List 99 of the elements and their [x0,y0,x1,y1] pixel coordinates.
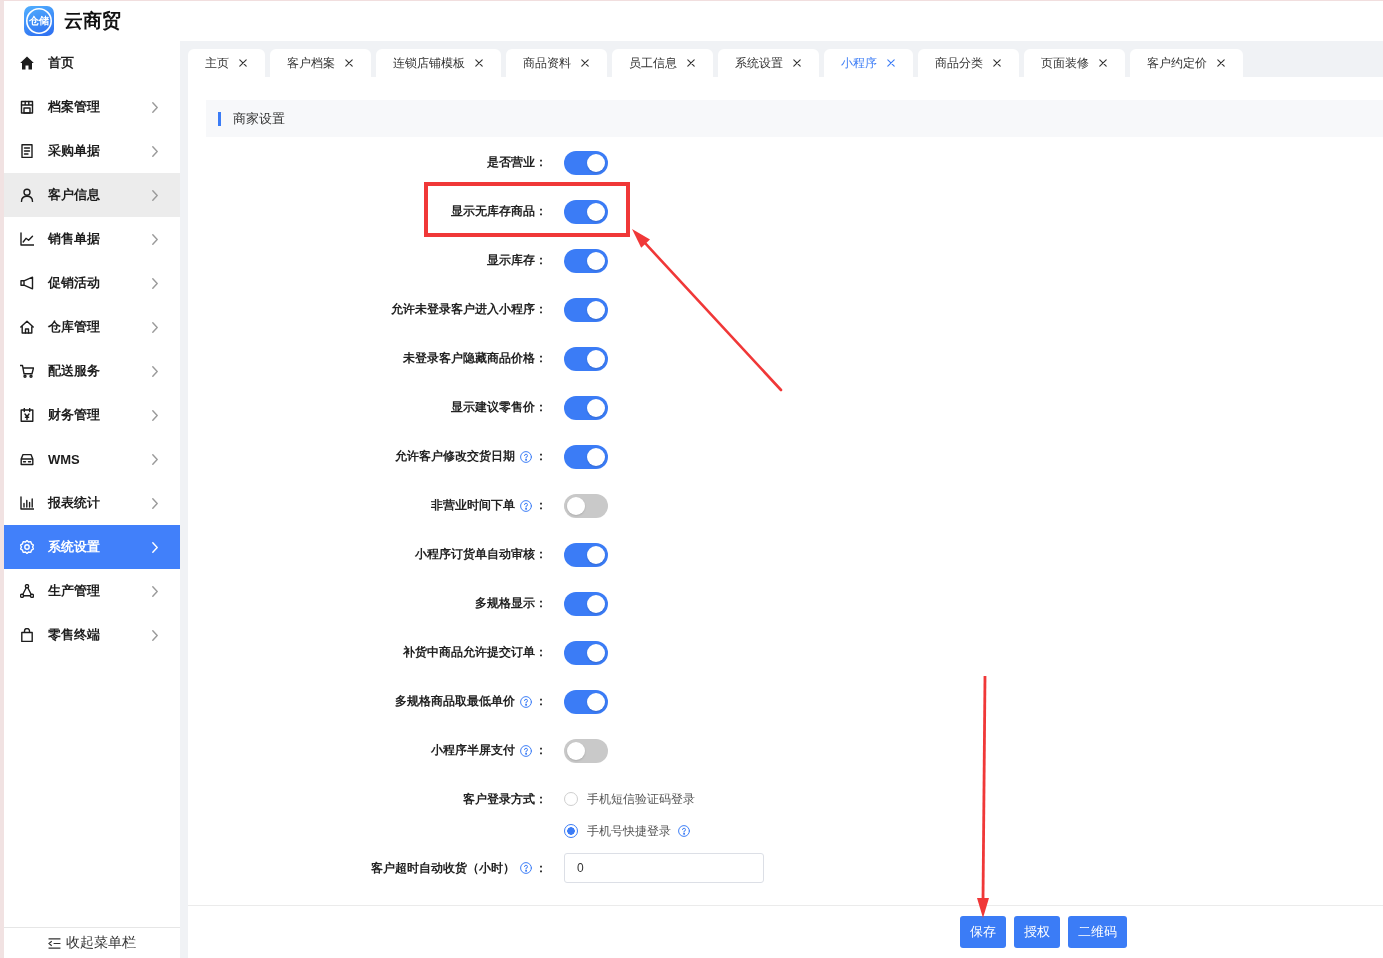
label-colon: ： [535,448,547,465]
sidebar-item[interactable]: 财务管理 [4,393,180,437]
sidebar-item[interactable]: 采购单据 [4,129,180,173]
setting-label: 客户登录方式： [463,790,547,808]
close-icon[interactable] [793,59,801,67]
calendar-icon [20,408,34,422]
close-icon[interactable] [993,59,1001,67]
bar-chart-icon [20,496,34,510]
logo-text: 仓储 [29,16,49,26]
label-colon: ： [535,742,547,759]
tab[interactable]: 商品资料 [506,49,607,77]
close-icon[interactable] [581,59,589,67]
sidebar-item[interactable]: 报表统计 [4,481,180,525]
sidebar-item[interactable]: 配送服务 [4,349,180,393]
setting-label: 是否营业： [487,154,547,171]
help-icon[interactable] [520,450,532,463]
close-icon[interactable] [1217,59,1225,67]
setting-label: 显示建议零售价： [451,399,547,416]
sidebar-item[interactable]: 零售终端 [4,613,180,657]
cabinet-icon [20,100,34,114]
toggle-switch[interactable] [564,248,608,273]
user-icon [20,188,34,202]
tab[interactable]: 主页 [188,49,265,77]
setting-label: 非营业时间下单 [431,497,515,514]
setting-label: 显示无库存商品： [451,203,547,220]
close-icon[interactable] [475,59,483,67]
sidebar-item[interactable]: 仓库管理 [4,305,180,349]
number-field[interactable]: 0 [564,853,764,883]
settings-icon [20,540,34,554]
tab[interactable]: 连锁店铺模板 [376,49,501,77]
sidebar-item[interactable]: 生产管理 [4,569,180,613]
toggle-switch[interactable] [564,689,608,714]
setting-label: 允许客户修改交货日期 [395,448,515,465]
setting-label: 补货中商品允许提交订单： [403,644,547,661]
setting-label: 多规格商品取最低单价 [395,693,515,710]
setting-label: 允许未登录客户进入小程序： [391,301,547,318]
tab[interactable]: 小程序 [824,49,913,77]
option-label[interactable]: 手机号快捷登录 [587,822,671,840]
toggle-switch[interactable] [564,591,608,616]
toggle-switch[interactable] [564,150,608,175]
sidebar-item[interactable]: 促销活动 [4,261,180,305]
sidebar-item[interactable]: 系统设置 [4,525,180,569]
toggle-switch[interactable] [564,395,608,420]
toggle-switch[interactable] [564,444,608,469]
action-button[interactable]: 二维码 [1068,916,1127,948]
tab[interactable]: 客户档案 [270,49,371,77]
setting-label: 小程序订货单自动审核： [415,546,547,563]
setting-label: 小程序半屏支付 [431,742,515,759]
label-colon: ： [535,693,547,710]
radio-button[interactable] [564,824,578,838]
accent-bar [218,111,221,126]
sidebar-item[interactable]: 首页 [4,41,180,85]
bag-icon [20,628,34,642]
car-icon [20,452,34,466]
sidebar-item[interactable]: WMS [4,437,180,481]
tab[interactable]: 商品分类 [918,49,1019,77]
collapse-icon [48,937,61,949]
help-icon[interactable] [520,862,532,874]
toggle-switch[interactable] [564,297,608,322]
tab[interactable]: 系统设置 [718,49,819,77]
setting-label: 多规格显示： [475,595,547,612]
line-chart-icon [20,232,34,246]
radio-button[interactable] [564,792,578,806]
close-icon[interactable] [239,59,247,67]
action-button[interactable]: 授权 [1014,916,1060,948]
house-icon [20,320,34,334]
cart-icon [20,364,34,378]
tab[interactable]: 页面装修 [1024,49,1125,77]
tab[interactable]: 客户约定价 [1130,49,1243,77]
label-colon: ： [535,497,547,514]
document-icon [20,144,34,158]
action-button[interactable]: 保存 [960,916,1006,948]
toggle-switch[interactable] [564,199,608,224]
help-icon[interactable] [520,744,532,757]
toggle-switch[interactable] [564,640,608,665]
label-colon: ： [535,859,547,877]
close-icon[interactable] [345,59,353,67]
toggle-switch[interactable] [564,542,608,567]
help-icon[interactable] [678,825,690,837]
sidebar-item[interactable]: 档案管理 [4,85,180,129]
close-icon[interactable] [687,59,695,67]
megaphone-icon [20,276,34,290]
sidebar-item[interactable]: 销售单据 [4,217,180,261]
option-label[interactable]: 手机短信验证码登录 [587,790,695,808]
tab[interactable]: 员工信息 [612,49,713,77]
close-icon[interactable] [1099,59,1107,67]
nodes-icon [20,584,34,598]
home-icon [20,56,34,70]
app-title: 云商贸 [64,9,121,33]
section-title: 商家设置 [233,109,285,128]
setting-label: 客户超时自动收货（小时） [371,859,515,877]
help-icon[interactable] [520,695,532,708]
setting-label: 显示库存： [487,252,547,269]
setting-label: 未登录客户隐藏商品价格： [403,350,547,367]
toggle-switch[interactable] [564,738,608,763]
toggle-switch[interactable] [564,493,608,518]
toggle-switch[interactable] [564,346,608,371]
sidebar-item[interactable]: 客户信息 [4,173,180,217]
help-icon[interactable] [520,499,532,512]
